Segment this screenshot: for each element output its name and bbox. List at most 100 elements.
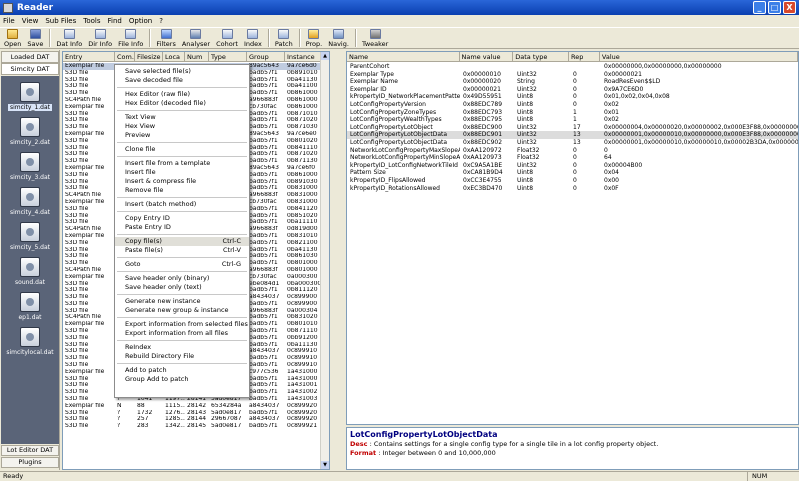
context-menu-item[interactable]: Rebuild Directory File (115, 352, 249, 361)
entry-table-scrollbar[interactable]: ▲ ▼ (320, 52, 329, 469)
column-header[interactable]: Rep (569, 52, 600, 61)
context-menu-item[interactable]: Text View (115, 113, 249, 122)
context-menu-item[interactable]: Save selected file(s) (115, 67, 249, 76)
context-menu-item[interactable]: Save header only (text) (115, 283, 249, 292)
column-header[interactable]: Group (247, 52, 285, 61)
context-menu-item[interactable]: ReIndex (115, 343, 249, 352)
context-menu-item[interactable]: Insert & compress file (115, 177, 249, 186)
table-row[interactable]: S3D file? 1732 1276... 28143 5ad0e817 badb57f… (63, 410, 321, 417)
toolbar-save-button[interactable]: Save (27, 28, 43, 48)
property-row[interactable]: LotConfigPropertyZoneTypes 0x88EDC793 Uint… (347, 109, 798, 117)
column-header[interactable]: Com... (115, 52, 135, 61)
property-row[interactable]: NetworkLotConfigPropertyMinSlopeAllo...0… (347, 154, 798, 162)
property-row[interactable]: LotConfigPropertyLotObject 0x88EDC900 Uint… (347, 124, 798, 132)
context-menu-item[interactable]: Goto Ctrl-G (115, 260, 249, 269)
menu-help[interactable]: ? (159, 17, 163, 25)
menu-view[interactable]: View (22, 17, 39, 25)
menu-file[interactable]: File (3, 17, 15, 25)
toolbar-analyser-button[interactable]: Analyser (182, 28, 210, 48)
property-row[interactable]: kPropertyID_NetworkPlacementPattern 0x49D… (347, 93, 798, 101)
property-row[interactable]: LotConfigPropertyLotObjectData 0x88EDC901… (347, 131, 798, 139)
column-header[interactable]: Filesize (135, 52, 163, 61)
tab-plugins[interactable]: Plugins (1, 457, 59, 468)
property-row[interactable]: LotConfigPropertyVersion 0x88EDC789 Uint8 0… (347, 101, 798, 109)
toolbar-dat-info-button[interactable]: Dat Info (56, 28, 82, 48)
toolbar-tweaker-button[interactable]: Tweaker (362, 28, 388, 48)
context-menu-item[interactable]: Clone file (115, 145, 249, 154)
toolbar-index-button[interactable]: Index (244, 28, 262, 48)
property-row[interactable]: LotConfigPropertyWealthTypes 0x88EDC795 Ui… (347, 116, 798, 124)
context-menu-item[interactable]: Paste Entry ID (115, 223, 249, 232)
context-menu-item[interactable]: Insert (batch method) (115, 200, 249, 209)
toolbar-navig-button[interactable]: Navig. (328, 28, 349, 48)
menu-sub-files[interactable]: Sub Files (45, 17, 76, 25)
property-row[interactable]: Pattern Size 0xCA81B9D4 Uint8 0 0x04 (347, 169, 798, 177)
column-header[interactable]: Type (209, 52, 247, 61)
toolbar-file-info-button[interactable]: File Info (118, 28, 143, 48)
tab-simcity-dat[interactable]: Simcity DAT (1, 63, 59, 75)
context-menu-item[interactable]: Add to patch (115, 366, 249, 375)
context-menu-item[interactable]: Copy file(s) Ctrl-C (115, 237, 249, 246)
toolbar-open-button[interactable]: Open (4, 28, 21, 48)
menu-tools[interactable]: Tools (83, 17, 100, 25)
context-menu-item[interactable]: Paste file(s) Ctrl-V (115, 246, 249, 255)
context-menu-item[interactable]: Export information from selected files (115, 320, 249, 329)
toolbar-filters-button[interactable]: Filters (156, 28, 176, 48)
property-row[interactable]: NetworkLotConfigPropertyMaxSlopeAll... 0x… (347, 147, 798, 155)
column-header[interactable]: Value (600, 52, 798, 61)
context-menu-item[interactable]: Save decoded file (115, 76, 249, 85)
context-menu-item[interactable]: Copy Entry ID (115, 214, 249, 223)
column-header[interactable]: Loca (163, 52, 185, 61)
table-row[interactable]: Exemplar file N 88 1115... 28142 6534284a a843… (63, 403, 321, 410)
scroll-down-icon[interactable]: ▼ (321, 461, 329, 469)
context-menu-item[interactable]: Hex View (115, 122, 249, 131)
column-header[interactable]: Name value (460, 52, 514, 61)
toolbar-prop-button[interactable]: Prop. (306, 28, 322, 48)
toolbar-cohort-button[interactable]: Cohort (216, 28, 238, 48)
dat-file-item[interactable]: simcity_2.dat (1, 117, 59, 146)
column-header[interactable]: Entry (63, 52, 115, 61)
context-menu-item[interactable]: Hex Editor (decoded file) (115, 99, 249, 108)
context-menu-item[interactable]: Export information from all files (115, 329, 249, 338)
table-row[interactable]: S3D file? 283 1342... 28145 5ad0e817 badb57f1… (63, 423, 321, 430)
context-menu-item[interactable]: Hex Editor (raw file) (115, 90, 249, 99)
column-header[interactable]: Instance (285, 52, 321, 61)
context-menu-item[interactable]: Preview (115, 131, 249, 140)
dat-file-item[interactable]: simcity_1.dat (1, 82, 59, 111)
context-menu-item[interactable]: Save header only (binary) (115, 274, 249, 283)
tab-loaded-dat[interactable]: Loaded DAT (1, 51, 59, 63)
column-header[interactable]: Num (185, 52, 209, 61)
column-header[interactable]: Name (347, 52, 460, 61)
context-menu-item[interactable]: Insert file (115, 168, 249, 177)
dat-file-item[interactable]: simcitylocal.dat (1, 327, 59, 356)
property-row[interactable]: Exemplar Name 0x00000020 String 0 RoadResEve… (347, 78, 798, 86)
context-menu-item[interactable]: Generate new instance (115, 297, 249, 306)
property-row[interactable]: Exemplar Type 0x00000010 Uint32 0 0x00000021 (347, 71, 798, 79)
property-row[interactable]: LotConfigPropertyLotObjectData 0x88EDC902… (347, 139, 798, 147)
property-row[interactable]: Exemplar ID 0x00000021 Uint32 0 0x9A7CE6D0 (347, 86, 798, 94)
column-header[interactable]: Data type (513, 52, 570, 61)
dat-file-item[interactable]: simcity_4.dat (1, 187, 59, 216)
property-row[interactable]: ParentCohort 0x00000000,0x00000000,0x0000… (347, 63, 798, 71)
maximize-button[interactable]: □ (768, 1, 781, 14)
dat-file-item[interactable]: ep1.dat (1, 292, 59, 321)
minimize-button[interactable]: _ (753, 1, 766, 14)
property-row[interactable]: kPropertyID_LotConfigNetworkTileId 0xC9A5… (347, 162, 798, 170)
dat-file-item[interactable]: simcity_5.dat (1, 222, 59, 251)
context-menu-item[interactable]: Generate new group & instance (115, 306, 249, 315)
dat-file-item[interactable]: sound.dat (1, 257, 59, 286)
dat-file-item[interactable]: simcity_3.dat (1, 152, 59, 181)
context-menu-item[interactable]: Insert file from a template (115, 159, 249, 168)
toolbar-dir-info-button[interactable]: Dir Info (88, 28, 112, 48)
scroll-up-icon[interactable]: ▲ (321, 52, 329, 60)
menu-find[interactable]: Find (108, 17, 122, 25)
table-row[interactable]: S3D file? 257 1285... 28144 29667087 a8434037… (63, 416, 321, 423)
property-row[interactable]: kPropertyID_RotationsAllowed 0xEC3BD470 Ui… (347, 185, 798, 193)
close-button[interactable]: X (783, 1, 796, 14)
context-menu-item[interactable]: Remove file (115, 186, 249, 195)
toolbar-patch-button[interactable]: Patch (275, 28, 293, 48)
menu-option[interactable]: Option (129, 17, 152, 25)
context-menu-item[interactable]: Group Add to patch (115, 375, 249, 384)
property-row[interactable]: kPropertyID_FlipsAllowed 0xCC3E4755 Uint8 0… (347, 177, 798, 185)
tab-lot-editor-dat[interactable]: Lot Editor DAT (1, 445, 59, 456)
